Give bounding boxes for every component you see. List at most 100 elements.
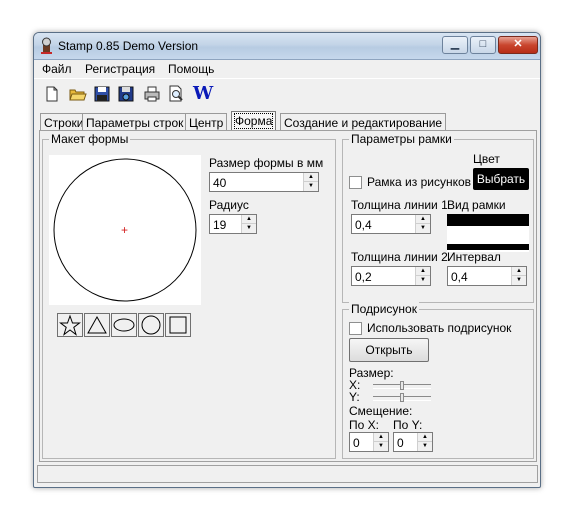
window-title: Stamp 0.85 Demo Version xyxy=(58,39,199,53)
spin-down-icon[interactable]: ▼ xyxy=(416,224,430,233)
offset-y-value: 0 xyxy=(397,436,404,450)
toolbar: W xyxy=(34,78,540,110)
frame-params-title: Параметры рамки xyxy=(349,132,454,146)
radius-input[interactable]: 19 ▲ ▼ xyxy=(209,214,257,234)
offset-y-spinner: ▲ ▼ xyxy=(417,433,432,451)
size-x-thumb[interactable] xyxy=(400,381,404,390)
form-size-label: Размер формы в мм xyxy=(209,156,324,170)
color-label: Цвет xyxy=(473,152,500,166)
word-export-icon[interactable]: W xyxy=(193,84,213,104)
line2-spinner: ▲ ▼ xyxy=(415,267,430,285)
form-size-input[interactable]: 40 ▲ ▼ xyxy=(209,172,319,192)
tab-create-edit[interactable]: Создание и редактирование xyxy=(280,113,447,131)
tab-line-params-label: Параметры строк xyxy=(86,116,184,130)
spin-down-icon[interactable]: ▼ xyxy=(418,442,432,451)
sub-picture-title: Подрисунок xyxy=(349,302,419,316)
center-mark: + xyxy=(121,223,129,237)
app-window: Stamp 0.85 Demo Version ▁ □ ✕ Файл Регис… xyxy=(33,32,541,488)
tab-lines[interactable]: Строки xyxy=(40,113,88,131)
frame-view-preview xyxy=(447,214,529,252)
circle-shape-button[interactable] xyxy=(138,313,164,337)
maximize-button[interactable]: □ xyxy=(470,36,496,54)
interval-input[interactable]: 0,4 ▲ ▼ xyxy=(447,266,527,286)
square-icon xyxy=(169,316,187,334)
tab-center-label: Центр xyxy=(189,116,224,130)
open-folder-icon[interactable] xyxy=(68,84,88,104)
tab-create-edit-label: Создание и редактирование xyxy=(284,116,443,130)
new-file-icon[interactable] xyxy=(42,84,62,104)
frame-line-1 xyxy=(447,214,529,226)
spin-up-icon[interactable]: ▲ xyxy=(512,267,526,276)
tab-lines-label: Строки xyxy=(44,116,84,130)
spin-down-icon[interactable]: ▼ xyxy=(512,276,526,285)
spin-down-icon[interactable]: ▼ xyxy=(416,276,430,285)
square-shape-button[interactable] xyxy=(165,313,191,337)
form-size-value: 40 xyxy=(213,176,227,190)
spin-up-icon[interactable]: ▲ xyxy=(374,433,388,442)
offset-x-value: 0 xyxy=(353,436,360,450)
shape-layout-title: Макет формы xyxy=(49,132,131,146)
shape-tab-panel: Макет формы + Размер формы в мм 40 ▲ ▼ Р… xyxy=(39,130,537,462)
menu-bar: Файл Регистрация Помощь xyxy=(34,60,540,78)
ellipse-icon xyxy=(113,318,135,332)
form-size-spinner: ▲ ▼ xyxy=(303,173,318,191)
spin-up-icon[interactable]: ▲ xyxy=(418,433,432,442)
menu-registration[interactable]: Регистрация xyxy=(85,62,155,76)
line1-value: 0,4 xyxy=(355,218,372,232)
frame-view-label: Вид рамки xyxy=(447,198,506,212)
offset-x-spinner: ▲ ▼ xyxy=(373,433,388,451)
tab-shape-label: Форма xyxy=(233,113,274,129)
spin-down-icon[interactable]: ▼ xyxy=(374,442,388,451)
offset-x-input[interactable]: 0 ▲ ▼ xyxy=(349,432,389,452)
spin-up-icon[interactable]: ▲ xyxy=(416,267,430,276)
spin-up-icon[interactable]: ▲ xyxy=(304,173,318,182)
size-y-thumb[interactable] xyxy=(400,393,404,402)
star-shape-button[interactable] xyxy=(57,313,83,337)
star-icon xyxy=(59,314,81,336)
line2-label: Толщина линии 2 xyxy=(351,250,448,264)
tab-shape[interactable]: Форма xyxy=(231,111,277,131)
stamp-app-icon xyxy=(38,37,55,54)
interval-spinner: ▲ ▼ xyxy=(511,267,526,285)
interval-label: Интервал xyxy=(447,250,501,264)
minimize-button[interactable]: ▁ xyxy=(442,36,468,54)
save-icon[interactable] xyxy=(92,84,112,104)
frame-from-pics-checkbox[interactable] xyxy=(349,176,362,189)
radius-value: 19 xyxy=(213,218,227,232)
use-sub-picture-label: Использовать подрисунок xyxy=(367,321,512,335)
tab-center[interactable]: Центр xyxy=(185,113,228,131)
close-button[interactable]: ✕ xyxy=(498,36,538,54)
line1-input[interactable]: 0,4 ▲ ▼ xyxy=(351,214,431,234)
interval-value: 0,4 xyxy=(451,270,468,284)
line2-input[interactable]: 0,2 ▲ ▼ xyxy=(351,266,431,286)
menu-help[interactable]: Помощь xyxy=(168,62,214,76)
spin-up-icon[interactable]: ▲ xyxy=(416,215,430,224)
offset-y-input[interactable]: 0 ▲ ▼ xyxy=(393,432,433,452)
use-sub-picture-checkbox[interactable] xyxy=(349,322,362,335)
status-bar xyxy=(37,465,538,483)
triangle-shape-button[interactable] xyxy=(84,313,110,337)
line2-value: 0,2 xyxy=(355,270,372,284)
spin-down-icon[interactable]: ▼ xyxy=(304,182,318,191)
frame-params-group: Параметры рамки Цвет Выбрать Рамка из ри… xyxy=(342,132,534,303)
shape-buttons xyxy=(57,313,197,339)
shape-preview: + xyxy=(49,155,201,305)
frame-from-pics-label: Рамка из рисунков xyxy=(367,175,472,189)
open-button[interactable]: Открыть xyxy=(349,338,429,362)
choose-color-button[interactable]: Выбрать xyxy=(473,168,529,190)
tab-line-params[interactable]: Параметры строк xyxy=(82,113,188,131)
circle-icon xyxy=(141,315,161,335)
ellipse-shape-button[interactable] xyxy=(111,313,137,337)
print-icon[interactable] xyxy=(142,84,162,104)
print-preview-icon[interactable] xyxy=(166,84,186,104)
spin-down-icon[interactable]: ▼ xyxy=(242,224,256,233)
spin-up-icon[interactable]: ▲ xyxy=(242,215,256,224)
line1-label: Толщина линии 1 xyxy=(351,198,448,212)
triangle-icon xyxy=(87,315,107,334)
sub-picture-group: Подрисунок Использовать подрисунок Откры… xyxy=(342,302,534,459)
save-as-icon[interactable] xyxy=(116,84,136,104)
menu-file[interactable]: Файл xyxy=(42,62,72,76)
shape-layout-group: Макет формы + Размер формы в мм 40 ▲ ▼ Р… xyxy=(42,132,336,459)
offset-label: Смещение: xyxy=(349,404,413,418)
title-bar: Stamp 0.85 Demo Version ▁ □ ✕ xyxy=(34,33,540,60)
